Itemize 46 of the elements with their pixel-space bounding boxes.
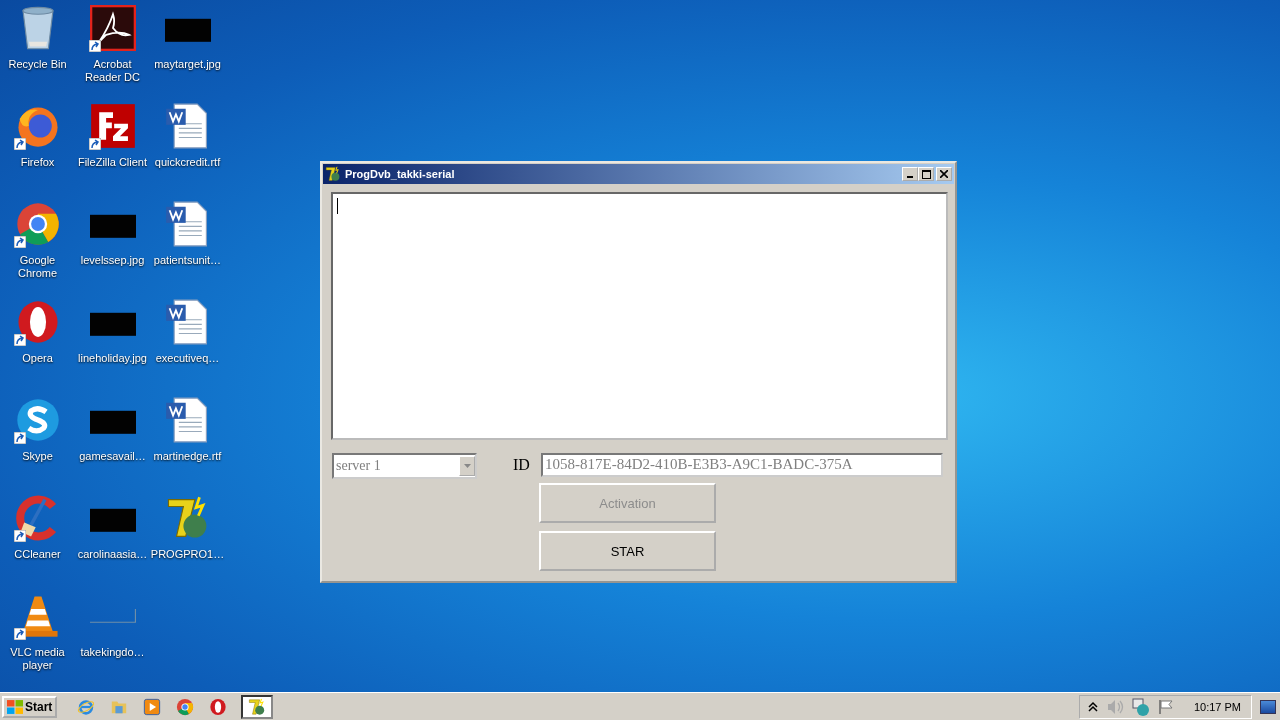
taskbar-app-button[interactable]	[241, 694, 274, 719]
windows-logo-icon	[7, 699, 23, 714]
desktop-icon-label[interactable]: executiveq…	[150, 352, 225, 365]
desktop-icon-label[interactable]: lineholiday.jpg	[75, 352, 150, 365]
flag-icon[interactable]	[1157, 698, 1174, 715]
chrome-icon	[14, 201, 61, 247]
desktop-icon-label[interactable]: Firefox	[0, 156, 75, 169]
media-player-icon[interactable]	[143, 697, 162, 716]
desktop-icon-label[interactable]: levelssep.jpg	[75, 254, 150, 267]
desktop-icon-label[interactable]: VLC media player	[0, 646, 75, 672]
desktop-icon-label[interactable]: gamesavail…	[75, 450, 150, 463]
image-thumbnail-icon	[89, 609, 136, 623]
progdvb-icon	[325, 166, 341, 182]
start-button[interactable]: Start	[2, 695, 58, 718]
desktop-icon-label[interactable]: takekingdo…	[75, 646, 150, 659]
chrome-icon	[176, 697, 195, 716]
desktop-icon-label[interactable]: FileZilla Client	[75, 156, 150, 169]
show-desktop-button[interactable]	[1260, 699, 1276, 714]
desktop-icon-label[interactable]: maytarget.jpg	[150, 58, 225, 71]
desktop-icon-label[interactable]: PROGPRO1…	[150, 548, 225, 561]
caret-icon	[463, 464, 471, 468]
minimize-button[interactable]	[902, 167, 918, 181]
close-icon	[940, 170, 948, 178]
desktop-icon-label[interactable]: martinedge.rtf	[150, 450, 225, 463]
desktop-icon-label[interactable]: patientsunit…	[150, 254, 225, 267]
id-label: ID	[513, 455, 531, 474]
desktop-icon-label[interactable]: Google Chrome	[0, 254, 75, 280]
window-title: ProgDvb_takki-serial	[345, 168, 456, 180]
filezilla-icon	[89, 103, 136, 149]
acrobat-icon	[89, 5, 136, 51]
desktop-icon-label[interactable]: Recycle Bin	[0, 58, 75, 71]
desktop-icon-label[interactable]: Opera	[0, 352, 75, 365]
start-action-button[interactable]: STAR	[539, 531, 716, 571]
chevron-up-icon[interactable]	[1087, 700, 1098, 713]
skype-icon	[14, 397, 61, 443]
desktop-icon-label[interactable]: carolinaasia…	[75, 548, 150, 561]
desktop-icon-label[interactable]: Acrobat Reader DC	[75, 58, 150, 84]
opera-icon	[209, 697, 228, 716]
desktop-icon-label[interactable]: CCleaner	[0, 548, 75, 561]
maximize-button[interactable]	[918, 167, 934, 181]
maximize-icon	[921, 169, 931, 179]
clock[interactable]: 10:17 PM	[1193, 700, 1241, 713]
progdvb-icon	[248, 697, 267, 716]
close-button[interactable]	[936, 167, 952, 181]
desktop-icon-label[interactable]: Skype	[0, 450, 75, 463]
desktop-icon-label[interactable]: quickcredit.rtf	[150, 156, 225, 169]
